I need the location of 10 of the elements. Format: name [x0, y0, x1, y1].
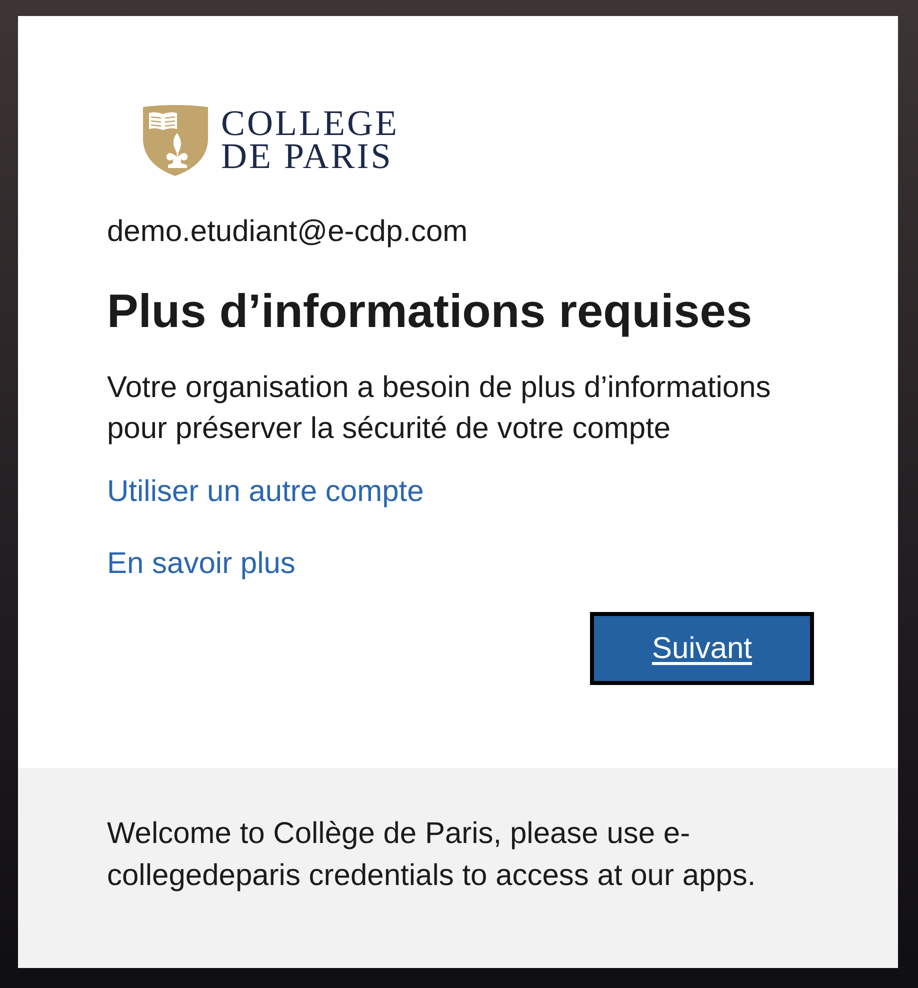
account-email: demo.etudiant@e-cdp.com	[107, 214, 468, 250]
info-message: Votre organisation a besoin de plus d’informations pour préserver la sécurité de votre compte	[107, 370, 772, 447]
text-link[interactable]: Utiliser un autre compte	[107, 474, 424, 510]
logo-text: DE PARIS	[221, 140, 394, 173]
next-button[interactable]: Suivant	[590, 612, 814, 685]
shield-emblem-icon	[143, 104, 208, 176]
page-title: Plus d’informations requises	[107, 283, 752, 339]
logo-text: COLLEGE	[221, 107, 399, 140]
footer-message: Welcome to Collège de Paris, please use e-collegedeparis credentials to access at our apps.	[107, 816, 757, 894]
text-link[interactable]: En savoir plus	[107, 546, 296, 582]
